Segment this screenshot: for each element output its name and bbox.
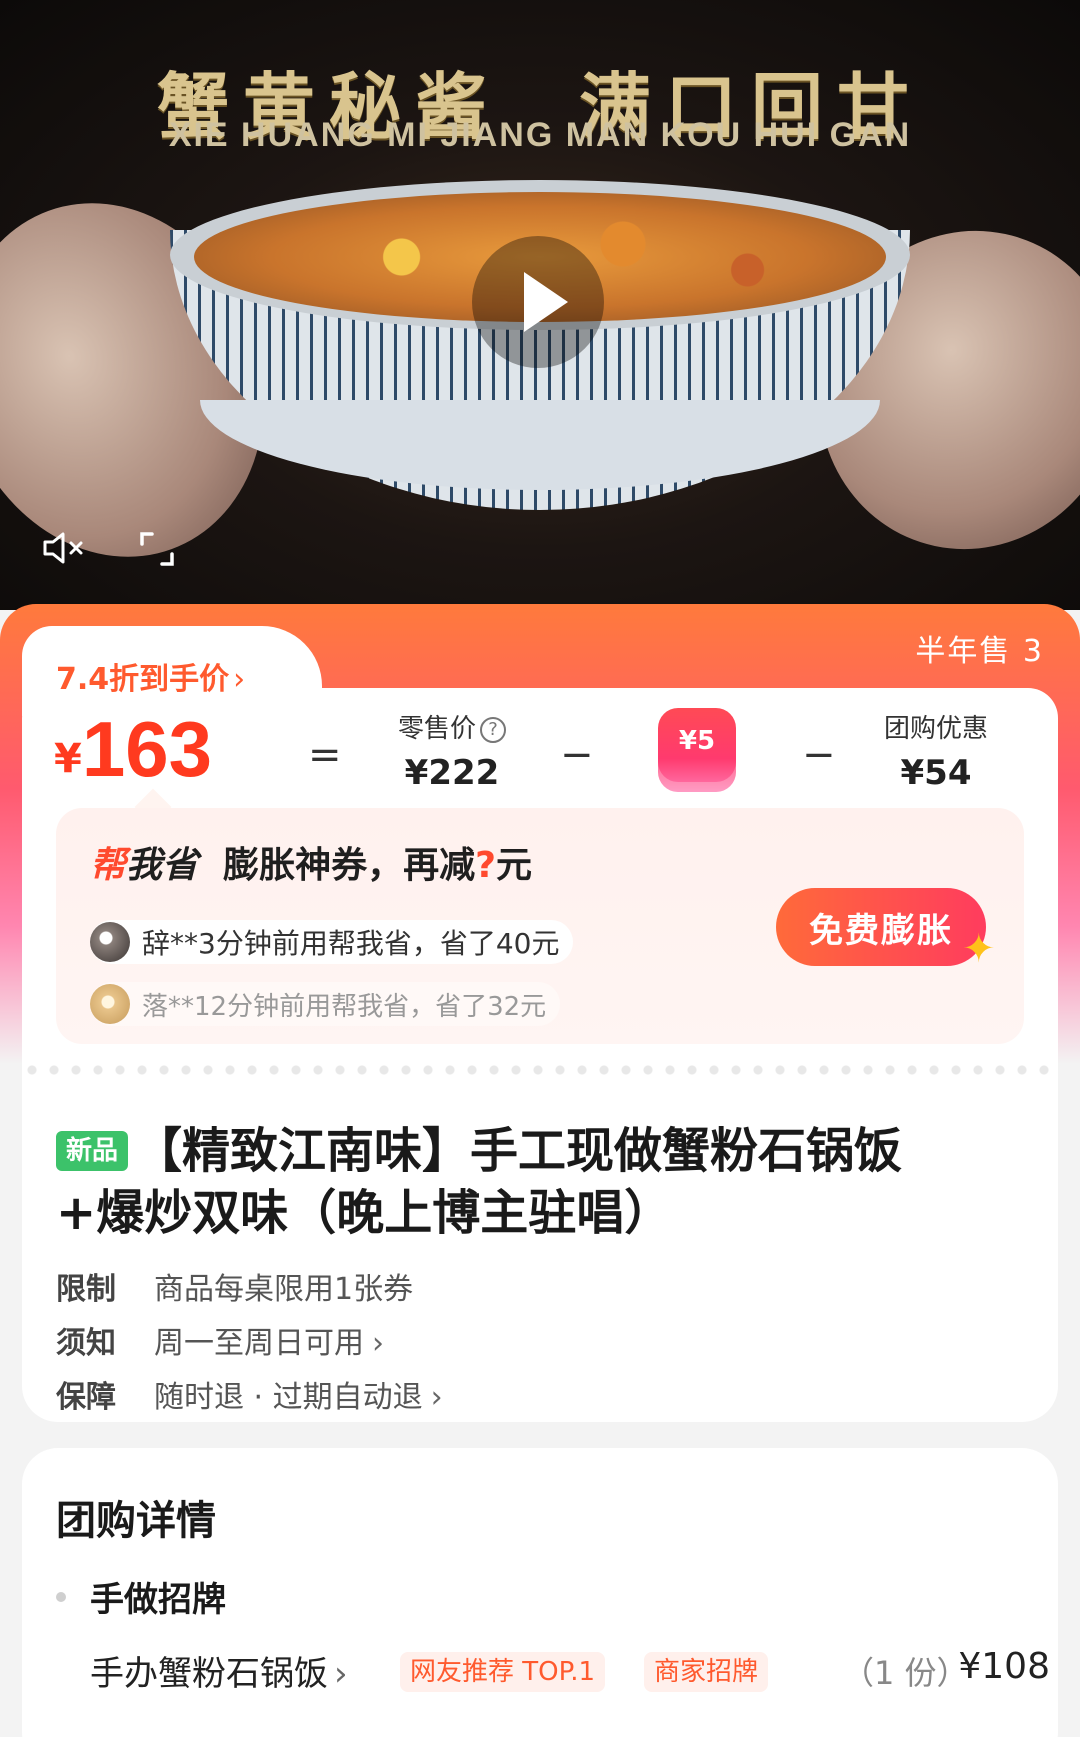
- notice-row[interactable]: 须知 周一至周日可用 ›: [56, 1318, 384, 1362]
- coupon-badge[interactable]: ¥5: [658, 708, 736, 792]
- group-discount-col: 团购优惠 ¥54: [846, 708, 1026, 793]
- product-video[interactable]: 蟹黄秘酱 满口回甘 XIE HUANG MI JIANG MAN KOU HUI…: [0, 0, 1080, 610]
- guarantee-row[interactable]: 保障 随时退 · 过期自动退 ›: [56, 1372, 443, 1416]
- retail-price-label: 零售价: [397, 714, 476, 744]
- bullet-dot: [56, 1592, 66, 1602]
- chevron-right-icon: ›: [334, 1654, 348, 1694]
- play-icon[interactable]: [472, 236, 604, 368]
- coupon-value: ¥5: [678, 726, 716, 756]
- save-brand-a: 帮: [90, 845, 127, 886]
- product-info-card: 新品 【精致江南味】手工现做蟹粉石锅饭+爆炒双味（晚上博主驻唱） 限制 商品每桌限用…: [22, 1060, 1058, 1422]
- free-boost-button[interactable]: 免费膨胀: [776, 888, 986, 966]
- product-title-text: 【精致江南味】手工现做蟹粉石锅饭+爆炒双味（晚上博主驻唱）: [56, 1123, 903, 1241]
- final-price: ¥163: [54, 704, 212, 795]
- item-name: 手办蟹粉石锅饭: [90, 1654, 328, 1694]
- help-icon[interactable]: ?: [480, 717, 506, 743]
- notice-key: 须知: [56, 1326, 116, 1361]
- limit-key: 限制: [56, 1272, 116, 1307]
- fullscreen-icon[interactable]: [140, 532, 174, 566]
- mute-icon[interactable]: [42, 530, 86, 566]
- save-record-text: 辞**3分钟前用帮我省，省了40元: [142, 927, 560, 960]
- limit-value: 商品每桌限用1张券: [154, 1272, 414, 1307]
- discount-label: 7.4折到手价: [56, 662, 230, 697]
- recommend-tag: 网友推荐 TOP.1: [400, 1652, 606, 1692]
- group-details-title: 团购详情: [56, 1498, 216, 1544]
- guarantee-value: 随时退 · 过期自动退: [154, 1380, 423, 1415]
- item-quantity: （1 份）: [842, 1654, 969, 1692]
- equals-sign: =: [308, 732, 342, 778]
- avatar: [90, 984, 130, 1024]
- group-details-card: 团购详情 手做招牌 手办蟹粉石锅饭 › 网友推荐 TOP.1 商家招牌 （1 份）…: [22, 1448, 1058, 1737]
- video-subtitle-text: XIE HUANG MI JIANG MAN KOU HUI GAN: [168, 116, 912, 154]
- save-record-2: 落**12分钟前用帮我省，省了32元: [90, 982, 561, 1026]
- final-price-value: 163: [81, 705, 212, 793]
- retail-price-value: ¥222: [404, 753, 500, 793]
- save-text-b: 元: [496, 845, 533, 886]
- save-record-text: 落**12分钟前用帮我省，省了32元: [142, 991, 547, 1022]
- notice-value: 周一至周日可用: [154, 1326, 364, 1361]
- sparkle-icon: ✦: [962, 926, 996, 972]
- limit-row: 限制 商品每桌限用1张券: [56, 1264, 413, 1308]
- guarantee-key: 保障: [56, 1380, 116, 1415]
- minus-sign: −: [560, 732, 594, 778]
- item-price: ¥108: [958, 1646, 1050, 1687]
- discount-link[interactable]: 7.4折到手价 ›: [56, 654, 245, 698]
- avatar: [90, 922, 130, 962]
- retail-price-col: 零售价? ¥222: [362, 708, 542, 793]
- save-question-mark: ?: [475, 845, 497, 886]
- save-brand-b: 我省: [126, 845, 199, 886]
- save-promo-title: 帮我省 膨胀神券，再减?元: [90, 836, 532, 888]
- currency-symbol: ¥: [54, 736, 82, 782]
- group-discount-label: 团购优惠: [883, 714, 988, 744]
- chevron-right-icon: ›: [430, 1380, 443, 1415]
- save-text-a: 膨胀神券，再减: [223, 845, 476, 886]
- details-item-row[interactable]: 手办蟹粉石锅饭 › 网友推荐 TOP.1 商家招牌 （1 份） ¥108: [90, 1646, 1050, 1696]
- new-badge: 新品: [56, 1131, 129, 1171]
- price-section: 半年售 3 7.4折到手价 › ¥163 = 零售价? ¥222 − ¥5 − 团…: [0, 604, 1080, 1128]
- save-record-1: 辞**3分钟前用帮我省，省了40元: [90, 920, 574, 964]
- perforation-divider: [22, 1060, 1058, 1080]
- chevron-right-icon: ›: [372, 1326, 384, 1361]
- signature-tag: 商家招牌: [644, 1652, 769, 1692]
- sales-count: 半年售 3: [915, 634, 1044, 669]
- chevron-right-icon: ›: [233, 662, 246, 697]
- group-discount-value: ¥54: [900, 753, 972, 793]
- details-section-name: 手做招牌: [90, 1580, 226, 1620]
- page: 蟹黄秘酱 满口回甘 XIE HUANG MI JIANG MAN KOU HUI…: [0, 0, 1080, 1737]
- save-promo-box: 帮我省 膨胀神券，再减?元 辞**3分钟前用帮我省，省了40元 落**12分钟前…: [56, 808, 1024, 1044]
- minus-sign-2: −: [802, 732, 836, 778]
- product-title: 新品 【精致江南味】手工现做蟹粉石锅饭+爆炒双味（晚上博主驻唱）: [56, 1120, 956, 1244]
